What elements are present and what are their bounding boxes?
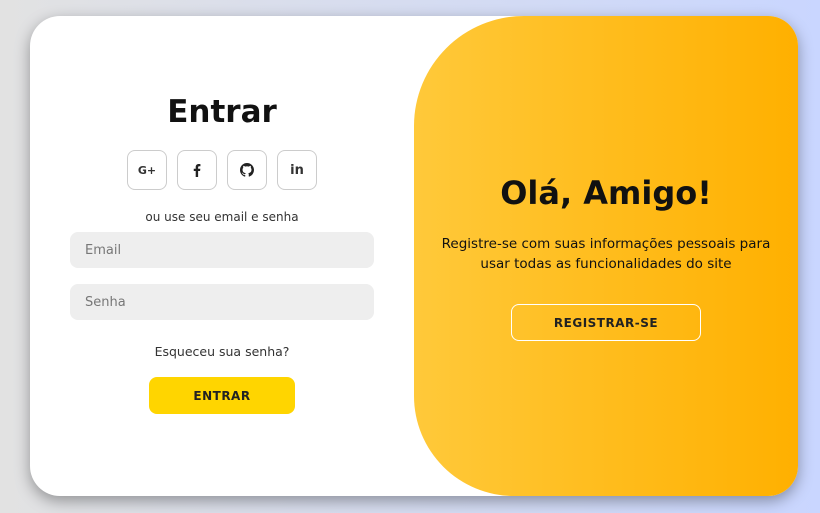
register-panel: Olá, Amigo! Registre-se com suas informa… <box>414 16 798 496</box>
github-button[interactable] <box>227 150 267 190</box>
password-input[interactable] <box>70 284 374 320</box>
google-plus-icon: G+ <box>137 163 157 177</box>
google-plus-button[interactable]: G+ <box>127 150 167 190</box>
linkedin-icon: in <box>290 162 304 178</box>
auth-card: Entrar G+ in ou use seu email e senha Em… <box>30 16 798 496</box>
facebook-button[interactable] <box>177 150 217 190</box>
sign-in-title: Entrar <box>167 94 277 130</box>
panel-description: Registre-se com suas informações pessoai… <box>441 236 771 272</box>
sign-in-form: Entrar G+ in ou use seu email e senha Em… <box>30 16 414 496</box>
panel-title: Olá, Amigo! <box>500 174 712 212</box>
alt-login-hint: ou use seu email e senha <box>145 210 299 224</box>
linkedin-button[interactable]: in <box>277 150 317 190</box>
forgot-password-link[interactable]: Esqueceu sua senha? <box>155 344 290 359</box>
github-icon <box>240 163 254 177</box>
sign-in-button[interactable]: ENTRAR <box>149 377 295 414</box>
social-buttons: G+ in <box>127 150 317 190</box>
register-button[interactable]: REGISTRAR-SE <box>511 304 701 341</box>
facebook-icon <box>193 163 201 177</box>
email-input[interactable] <box>70 232 374 268</box>
